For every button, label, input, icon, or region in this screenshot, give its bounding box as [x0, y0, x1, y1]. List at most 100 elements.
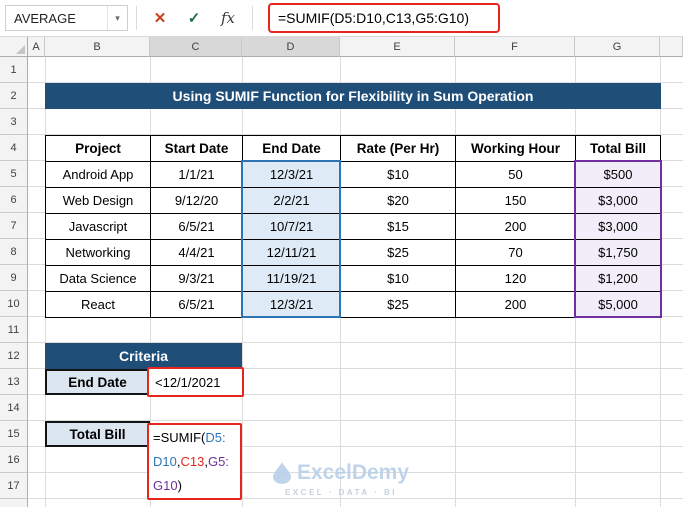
row-header-10[interactable]: 10	[0, 291, 28, 317]
table-cell[interactable]: Javascript	[46, 214, 151, 240]
row-header-6[interactable]: 6	[0, 187, 28, 213]
formula-token: G10	[153, 478, 178, 493]
table-cell[interactable]: 50	[456, 162, 576, 188]
table-cell[interactable]: 1/1/21	[151, 162, 243, 188]
table-cell[interactable]: $1,750	[576, 240, 661, 266]
row-header-3[interactable]: 3	[0, 109, 28, 135]
name-box-value: AVERAGE	[14, 10, 76, 26]
formula-token: )	[177, 478, 182, 493]
table-cell[interactable]: 2/2/21	[243, 188, 341, 214]
row-header-9[interactable]: 9	[0, 265, 28, 291]
row-header-14[interactable]: 14	[0, 395, 28, 421]
table-cell[interactable]: $15	[341, 214, 456, 240]
table-cell[interactable]: Data Science	[46, 266, 151, 292]
table-cell[interactable]: $20	[341, 188, 456, 214]
formula-line: =SUMIF(D5:	[153, 426, 240, 450]
criteria-header-cell[interactable]: Criteria	[45, 343, 242, 369]
project-table: Project Start Date End Date Rate (Per Hr…	[45, 135, 661, 318]
formula-bar: AVERAGE ▾ ✕ ✓ fx =SUMIF(D5:D10,C13,G5:G1…	[0, 0, 683, 37]
row-header-1[interactable]: 1	[0, 57, 28, 83]
table-cell[interactable]: 4/4/21	[151, 240, 243, 266]
table-cell[interactable]: 200	[456, 214, 576, 240]
row-header-5[interactable]: 5	[0, 161, 28, 187]
criteria-label-cell[interactable]: End Date	[45, 369, 150, 395]
column-header-a[interactable]: A	[28, 37, 45, 57]
row-header-11[interactable]: 11	[0, 317, 28, 343]
select-all-corner[interactable]	[0, 37, 28, 57]
cancel-icon[interactable]: ✕	[146, 5, 174, 31]
row-header-filler	[0, 499, 28, 507]
table-cell[interactable]: 12/3/21	[243, 292, 341, 318]
table-cell[interactable]: $3,000	[576, 188, 661, 214]
name-box[interactable]: AVERAGE ▾	[5, 5, 128, 31]
column-header-b[interactable]: B	[45, 37, 150, 57]
table-cell[interactable]: $25	[341, 240, 456, 266]
table-header-cell[interactable]: Start Date	[151, 136, 243, 162]
table-cell[interactable]: $10	[341, 162, 456, 188]
formula-token: D5:	[205, 430, 226, 445]
table-cell[interactable]: 11/19/21	[243, 266, 341, 292]
total-bill-label-cell[interactable]: Total Bill	[45, 421, 150, 447]
table-cell[interactable]: 6/5/21	[151, 214, 243, 240]
table-cell[interactable]: 12/11/21	[243, 240, 341, 266]
row-header-13[interactable]: 13	[0, 369, 28, 395]
row-header-7[interactable]: 7	[0, 213, 28, 239]
insert-function-icon[interactable]: fx	[214, 5, 242, 31]
row-header-17[interactable]: 17	[0, 473, 28, 499]
table-cell[interactable]: $25	[341, 292, 456, 318]
excel-window: AVERAGE ▾ ✕ ✓ fx =SUMIF(D5:D10,C13,G5:G1…	[0, 0, 683, 507]
separator	[136, 6, 137, 30]
table-header-cell[interactable]: Working Hour	[456, 136, 576, 162]
annotation-box-formula-bar: =SUMIF(D5:D10,C13,G5:G10)	[268, 3, 500, 33]
formula-token: C13	[180, 454, 205, 469]
table-cell[interactable]: $5,000	[576, 292, 661, 318]
table-cell[interactable]: 200	[456, 292, 576, 318]
table-cell[interactable]: React	[46, 292, 151, 318]
table-cell[interactable]: $10	[341, 266, 456, 292]
column-header-c[interactable]: C	[150, 37, 242, 57]
row-header-8[interactable]: 8	[0, 239, 28, 265]
table-cell[interactable]: $3,000	[576, 214, 661, 240]
table-cell[interactable]: 9/12/20	[151, 188, 243, 214]
row-header-12[interactable]: 12	[0, 343, 28, 369]
column-header-e[interactable]: E	[340, 37, 455, 57]
formula-token: D10	[153, 454, 177, 469]
table-cell[interactable]: 120	[456, 266, 576, 292]
column-header-g[interactable]: G	[575, 37, 660, 57]
table-cell[interactable]: 12/3/21	[243, 162, 341, 188]
formula-line: G10)	[153, 474, 240, 498]
table-cell[interactable]: $1,200	[576, 266, 661, 292]
table-cell[interactable]: $500	[576, 162, 661, 188]
spreadsheet: A B C D E F G 1 2 3 4 5 6 7 8 9 10 11 12…	[0, 37, 683, 507]
table-header-cell[interactable]: Rate (Per Hr)	[341, 136, 456, 162]
table-cell[interactable]: Web Design	[46, 188, 151, 214]
table-cell[interactable]: Networking	[46, 240, 151, 266]
table-cell[interactable]: 150	[456, 188, 576, 214]
table-cell[interactable]: 10/7/21	[243, 214, 341, 240]
row-header-4[interactable]: 4	[0, 135, 28, 161]
column-header-f[interactable]: F	[455, 37, 575, 57]
formula-bar-text: =SUMIF(D5:D10,C13,G5:G10)	[278, 10, 470, 26]
name-box-dropdown-icon[interactable]: ▾	[107, 6, 127, 30]
formula-input[interactable]: =SUMIF(D5:D10,C13,G5:G10)	[262, 0, 683, 36]
formula-line: D10,C13,G5:	[153, 450, 240, 474]
table-header-cell[interactable]: End Date	[243, 136, 341, 162]
title-banner-cell[interactable]: Using SUMIF Function for Flexibility in …	[45, 83, 661, 109]
criteria-value-cell[interactable]: <12/1/2021	[147, 367, 244, 397]
total-bill-formula-cell[interactable]: =SUMIF(D5: D10,C13,G5: G10)	[147, 423, 242, 500]
table-cell[interactable]: Android App	[46, 162, 151, 188]
enter-icon[interactable]: ✓	[180, 5, 208, 31]
table-header-cell[interactable]: Project	[46, 136, 151, 162]
column-header-d[interactable]: D	[242, 37, 340, 57]
table-cell[interactable]: 6/5/21	[151, 292, 243, 318]
separator	[252, 6, 253, 30]
row-header-16[interactable]: 16	[0, 447, 28, 473]
table-cell[interactable]: 70	[456, 240, 576, 266]
formula-token: G5:	[207, 454, 229, 469]
table-header-cell[interactable]: Total Bill	[576, 136, 661, 162]
column-header-filler	[660, 37, 683, 57]
formula-token: =SUMIF(	[153, 430, 206, 445]
row-header-2[interactable]: 2	[0, 83, 28, 109]
table-cell[interactable]: 9/3/21	[151, 266, 243, 292]
row-header-15[interactable]: 15	[0, 421, 28, 447]
